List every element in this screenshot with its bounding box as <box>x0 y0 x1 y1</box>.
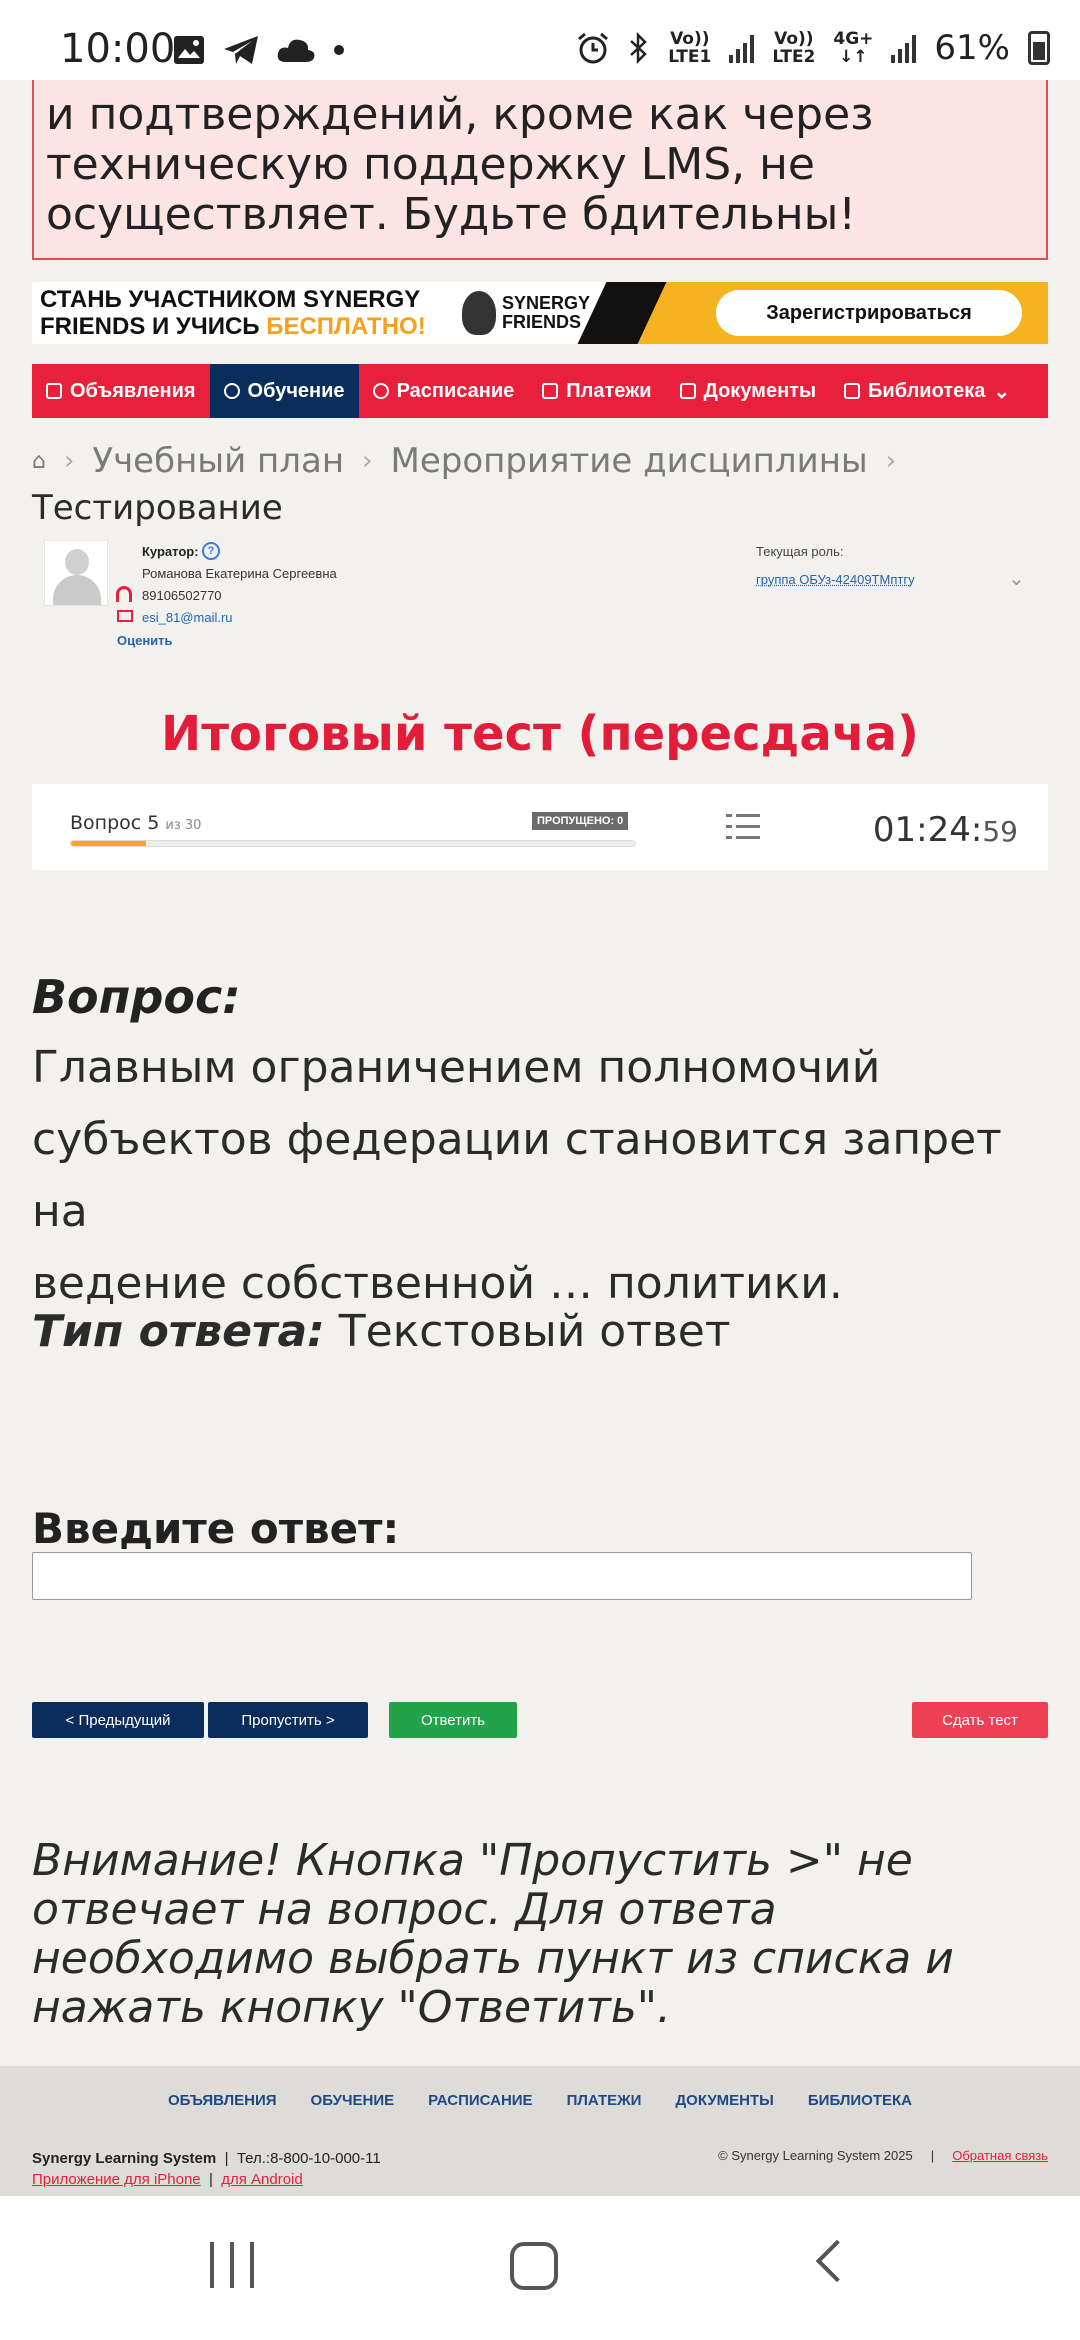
submit-test-button[interactable]: Сдать тест <box>912 1702 1048 1738</box>
education-icon <box>223 383 240 399</box>
skip-button[interactable]: Пропустить > <box>208 1702 368 1738</box>
network-lte2: Vo)) LTE2 <box>772 29 816 67</box>
question-list-icon[interactable] <box>726 812 760 842</box>
warning-line: и подтверждений, кроме как через <box>46 89 874 140</box>
progress-bar <box>70 840 636 847</box>
lion-icon <box>462 291 496 335</box>
footer-link-education[interactable]: ОБУЧЕНИЕ <box>311 2092 395 2109</box>
signal-icon <box>729 33 755 63</box>
network-lte1: Vo)) LTE1 <box>668 29 712 67</box>
chevron-down-icon: ⌄ <box>993 380 1011 403</box>
curator-name: Романова Екатерина Сергеевна <box>142 566 337 581</box>
nav-item-library[interactable]: Библиотека ⌄ <box>830 364 1024 418</box>
android-app-link[interactable]: для Android <box>221 2171 303 2188</box>
progress-panel: Вопрос 5 из 30 ПРОПУЩЕНО: 0 01:24:59 <box>32 784 1048 870</box>
role-label: Текущая роль: <box>756 544 844 559</box>
answer-input[interactable] <box>32 1552 972 1600</box>
answer-type: Тип ответа: Текстовый ответ <box>32 1306 731 1357</box>
register-button[interactable]: Зарегистрироваться <box>716 290 1022 336</box>
answer-label: Введите ответ: <box>32 1504 400 1553</box>
alarm-icon <box>578 32 609 64</box>
announcements-icon <box>46 383 62 399</box>
recent-apps-button[interactable] <box>210 2242 254 2288</box>
promo-banner[interactable]: СТАНЬ УЧАСТНИКОМ SYNERGY FRIENDS И УЧИСЬ… <box>32 282 1048 344</box>
answer-button[interactable]: Ответить <box>389 1702 517 1738</box>
book-icon <box>844 383 861 399</box>
bluetooth-icon <box>630 31 648 65</box>
footer-link-library[interactable]: БИБЛИОТЕКА <box>808 2092 912 2109</box>
gallery-icon <box>174 36 204 64</box>
document-icon <box>679 383 696 399</box>
status-bar: 10:00 Vo)) LTE1 Vo)) LTE2 4G+ ↓↑ 61% <box>0 0 1080 80</box>
dot-icon <box>334 45 344 55</box>
mail-icon <box>117 610 133 622</box>
telegram-icon <box>224 36 258 64</box>
main-nav: Объявления Обучение Расписание Платежи Д… <box>32 364 1048 418</box>
battery-percent: 61% <box>934 28 1010 68</box>
feedback-link[interactable]: Обратная связь <box>952 2148 1048 2163</box>
curator-email[interactable]: esi_81@mail.ru <box>142 610 233 625</box>
nav-item-schedule[interactable]: Расписание <box>359 364 529 418</box>
android-nav-bar <box>0 2196 1080 2340</box>
warning-box: и подтверждений, кроме как через техниче… <box>32 60 1048 260</box>
nav-item-education[interactable]: Обучение <box>209 364 359 418</box>
role-select[interactable]: группа ОБУз-42409ТМптгу <box>756 572 915 587</box>
breadcrumb-separator: › <box>362 446 373 476</box>
nav-item-announcements[interactable]: Объявления <box>32 364 210 418</box>
help-icon[interactable]: ? <box>202 542 220 560</box>
notice-text: Внимание! Кнопка "Пропустить >" не отвеч… <box>32 1835 954 2033</box>
question-counter: Вопрос 5 из 30 <box>70 812 202 834</box>
chevron-down-icon[interactable]: ⌄ <box>1008 566 1025 590</box>
curator-phone: 89106502770 <box>142 588 222 603</box>
rate-link[interactable]: Оценить <box>117 633 173 648</box>
breadcrumb-separator: › <box>63 446 75 476</box>
breadcrumb-separator: › <box>885 446 897 476</box>
curator-label: Куратор: <box>142 544 199 559</box>
footer-link-announcements[interactable]: ОБЪЯВЛЕНИЯ <box>168 2092 277 2109</box>
banner-text: СТАНЬ УЧАСТНИКОМ SYNERGY FRIENDS И УЧИСЬ… <box>40 286 426 340</box>
avatar <box>44 540 108 606</box>
footer-company: Synergy Learning System | Тел.:8-800-10-… <box>32 2150 381 2188</box>
battery-icon <box>1028 31 1050 65</box>
iphone-app-link[interactable]: Приложение для iPhone <box>32 2171 201 2188</box>
home-button[interactable] <box>510 2242 558 2290</box>
payment-icon <box>542 383 559 399</box>
back-button[interactable] <box>815 2239 859 2283</box>
cloud-icon <box>277 39 315 62</box>
nav-item-payments[interactable]: Платежи <box>528 364 665 418</box>
progress-fill <box>71 841 147 846</box>
curator-card: Куратор: ? Романова Екатерина Сергеевна … <box>44 540 1044 650</box>
timer: 01:24:59 <box>872 810 1018 850</box>
warning-line: осуществляет. Будьте бдительны! <box>46 189 857 240</box>
clock-icon <box>372 383 389 399</box>
footer-links: ОБЪЯВЛЕНИЯ ОБУЧЕНИЕ РАСПИСАНИЕ ПЛАТЕЖИ Д… <box>0 2092 1080 2109</box>
home-icon[interactable]: ⌂ <box>32 449 46 474</box>
previous-button[interactable]: < Предыдущий <box>32 1702 204 1738</box>
breadcrumb-discipline-event[interactable]: Мероприятие дисциплины <box>390 441 867 481</box>
breadcrumb: ⌂ › Учебный план › Мероприятие дисциплин… <box>32 436 896 486</box>
footer-copyright: © Synergy Learning System 2025 | Обратна… <box>718 2148 1048 2163</box>
page-title: Тестирование <box>32 488 283 528</box>
breadcrumb-study-plan[interactable]: Учебный план <box>92 441 344 481</box>
network-4g: 4G+ ↓↑ <box>833 29 874 67</box>
test-title: Итоговый тест (пересдача) <box>161 706 919 762</box>
skipped-badge: ПРОПУЩЕНО: 0 <box>532 812 629 830</box>
footer-link-payments[interactable]: ПЛАТЕЖИ <box>567 2092 642 2109</box>
question-heading: Вопрос: <box>32 970 241 1024</box>
headphones-icon <box>116 586 132 602</box>
nav-item-documents[interactable]: Документы <box>666 364 830 418</box>
footer-link-schedule[interactable]: РАСПИСАНИЕ <box>428 2092 532 2109</box>
footer: ОБЪЯВЛЕНИЯ ОБУЧЕНИЕ РАСПИСАНИЕ ПЛАТЕЖИ Д… <box>0 2066 1080 2196</box>
synergy-friends-logo: SYNERGY FRIENDS <box>462 288 602 338</box>
question-text: Главным ограничением полномочий субъекто… <box>32 1042 1002 1309</box>
footer-link-documents[interactable]: ДОКУМЕНТЫ <box>675 2092 773 2109</box>
status-time: 10:00 <box>60 26 176 72</box>
warning-line: техническую поддержку LMS, не <box>46 139 815 190</box>
signal-icon <box>891 33 917 63</box>
